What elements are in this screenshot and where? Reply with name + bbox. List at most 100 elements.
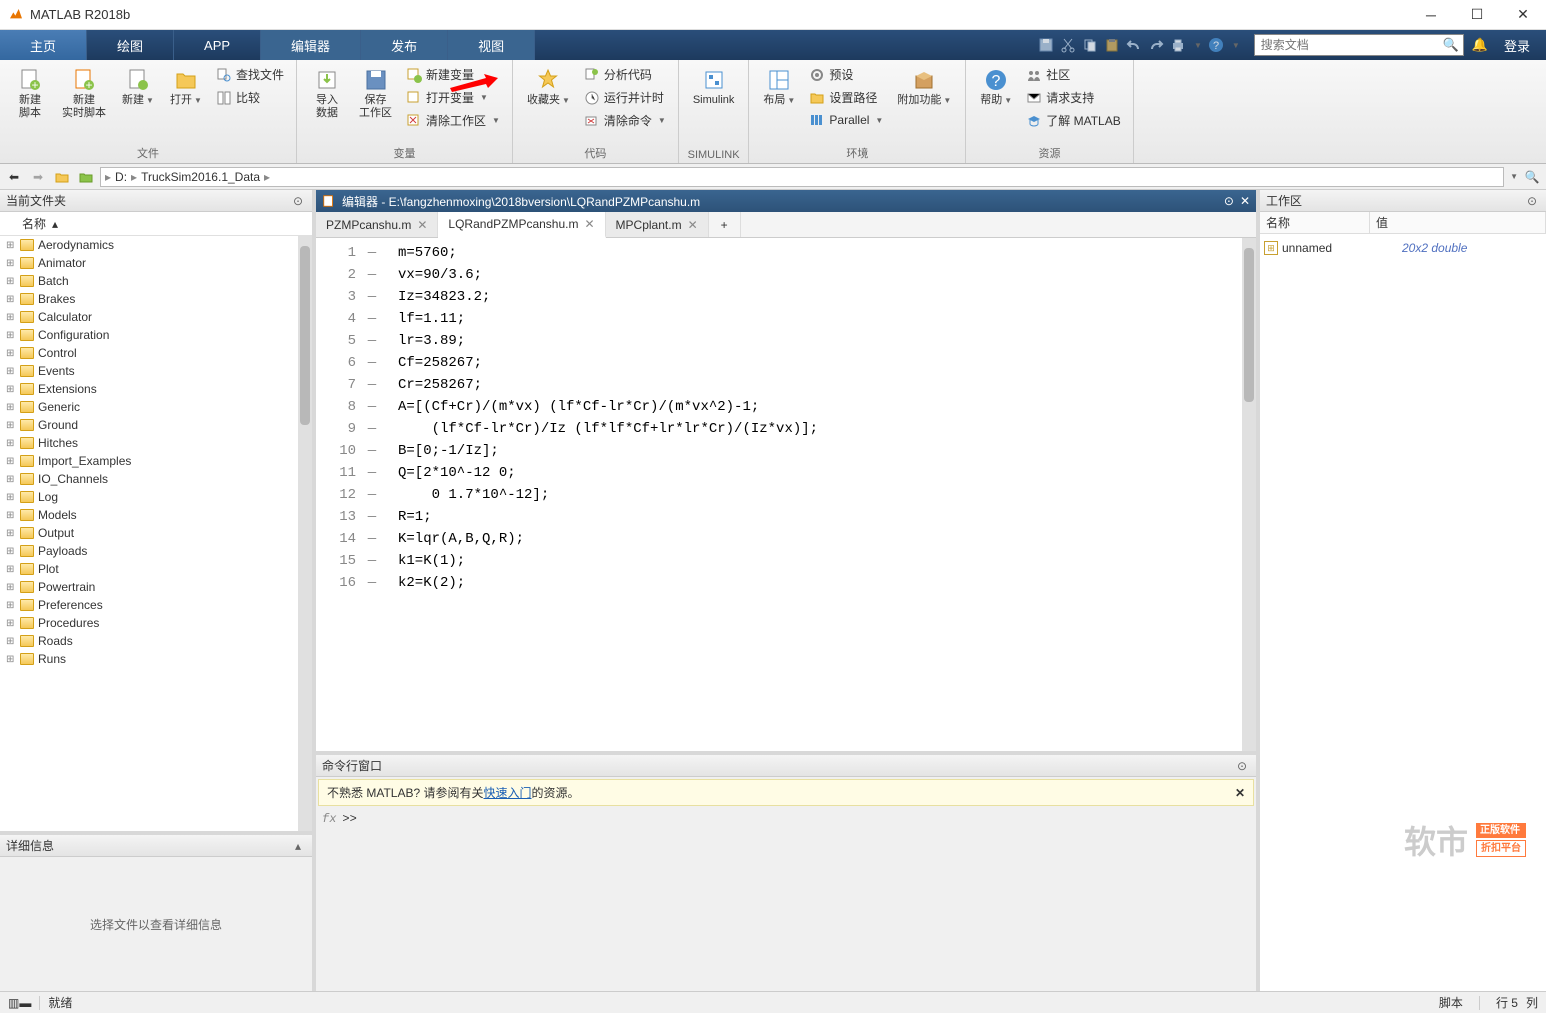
- search-icon[interactable]: 🔍: [1439, 37, 1463, 53]
- editor-tab[interactable]: MPCplant.m✕: [606, 212, 709, 237]
- nav-browse-button[interactable]: [76, 167, 96, 187]
- expand-icon[interactable]: ⊞: [6, 456, 16, 467]
- search-docs-input[interactable]: [1255, 38, 1439, 52]
- minimize-button[interactable]: ─: [1408, 0, 1454, 30]
- tab-home[interactable]: 主页: [0, 30, 87, 60]
- folder-item[interactable]: ⊞Runs: [0, 650, 312, 668]
- file-list[interactable]: ⊞Aerodynamics⊞Animator⊞Batch⊞Brakes⊞Calc…: [0, 236, 312, 831]
- qat-dropdown-icon[interactable]: ▼: [1194, 41, 1202, 50]
- code-area[interactable]: m=5760;vx=90/3.6;Iz=34823.2;lf=1.11;lr=3…: [382, 238, 818, 751]
- fx-icon[interactable]: fx: [322, 812, 336, 987]
- expand-icon[interactable]: ⊞: [6, 276, 16, 287]
- run-time-button[interactable]: 运行并计时: [580, 87, 670, 108]
- expand-icon[interactable]: ⊞: [6, 438, 16, 449]
- addons-button[interactable]: 附加功能▼: [891, 64, 957, 111]
- folder-item[interactable]: ⊞Animator: [0, 254, 312, 272]
- folder-item[interactable]: ⊞Payloads: [0, 542, 312, 560]
- find-files-button[interactable]: 查找文件: [212, 64, 288, 85]
- nav-up-button[interactable]: [52, 167, 72, 187]
- expand-icon[interactable]: ⊞: [6, 474, 16, 485]
- tab-plots[interactable]: 绘图: [87, 30, 174, 60]
- new-button[interactable]: 新建▼: [116, 64, 160, 111]
- folder-item[interactable]: ⊞Calculator: [0, 308, 312, 326]
- request-support-button[interactable]: 请求支持: [1022, 87, 1124, 108]
- editor-menu-button[interactable]: ⊙: [1224, 194, 1234, 208]
- nav-back-button[interactable]: ⬅: [4, 167, 24, 187]
- folder-item[interactable]: ⊞Models: [0, 506, 312, 524]
- undo-icon[interactable]: [1126, 37, 1142, 53]
- folder-item[interactable]: ⊞Roads: [0, 632, 312, 650]
- nav-forward-button[interactable]: ➡: [28, 167, 48, 187]
- folder-item[interactable]: ⊞Log: [0, 488, 312, 506]
- editor-close-button[interactable]: ✕: [1240, 194, 1250, 208]
- help-dropdown-icon[interactable]: ▼: [1232, 41, 1240, 50]
- current-folder-menu-button[interactable]: ⊙: [290, 193, 306, 209]
- name-column[interactable]: 名称: [22, 215, 46, 232]
- path-folder[interactable]: TruckSim2016.1_Data: [137, 170, 264, 184]
- expand-icon[interactable]: ⊞: [6, 564, 16, 575]
- save-workspace-button[interactable]: 保存工作区: [353, 64, 398, 124]
- import-data-button[interactable]: 导入数据: [305, 64, 349, 124]
- tab-view[interactable]: 视图: [448, 30, 535, 60]
- folder-item[interactable]: ⊞Aerodynamics: [0, 236, 312, 254]
- close-button[interactable]: ✕: [1500, 0, 1546, 30]
- new-script-button[interactable]: +新建脚本: [8, 64, 52, 124]
- file-list-scrollbar[interactable]: [298, 236, 312, 831]
- folder-item[interactable]: ⊞Plot: [0, 560, 312, 578]
- compare-button[interactable]: 比较: [212, 87, 288, 108]
- cut-icon[interactable]: [1060, 37, 1076, 53]
- paste-icon[interactable]: [1104, 37, 1120, 53]
- folder-item[interactable]: ⊞Control: [0, 344, 312, 362]
- set-path-button[interactable]: 设置路径: [805, 87, 887, 108]
- clear-commands-button[interactable]: 清除命令 ▼: [580, 110, 670, 131]
- command-window-menu-button[interactable]: ⊙: [1234, 758, 1250, 774]
- favorites-button[interactable]: 收藏夹▼: [521, 64, 576, 111]
- expand-icon[interactable]: ⊞: [6, 654, 16, 665]
- maximize-button[interactable]: ☐: [1454, 0, 1500, 30]
- workspace-menu-button[interactable]: ⊙: [1524, 193, 1540, 209]
- simulink-button[interactable]: Simulink: [687, 64, 741, 111]
- login-button[interactable]: 登录: [1496, 36, 1538, 55]
- help-button[interactable]: ?帮助▼: [974, 64, 1018, 111]
- path-history-button[interactable]: ▼: [1510, 172, 1518, 181]
- expand-icon[interactable]: ⊞: [6, 330, 16, 341]
- folder-item[interactable]: ⊞Batch: [0, 272, 312, 290]
- learn-matlab-button[interactable]: 了解 MATLAB: [1022, 110, 1124, 131]
- expand-icon[interactable]: ⊞: [6, 258, 16, 269]
- print-icon[interactable]: [1170, 37, 1186, 53]
- expand-icon[interactable]: ⊞: [6, 636, 16, 647]
- folder-item[interactable]: ⊞Generic: [0, 398, 312, 416]
- path-input[interactable]: ▸ D: ▸ TruckSim2016.1_Data ▸: [100, 167, 1504, 187]
- expand-icon[interactable]: ⊞: [6, 582, 16, 593]
- path-search-button[interactable]: 🔍: [1522, 167, 1542, 187]
- open-button[interactable]: 打开▼: [164, 64, 208, 111]
- expand-icon[interactable]: ⊞: [6, 618, 16, 629]
- expand-icon[interactable]: ⊞: [6, 510, 16, 521]
- help-icon[interactable]: ?: [1208, 37, 1224, 53]
- tab-close-button[interactable]: ✕: [417, 218, 427, 232]
- workspace-variable[interactable]: ⊞unnamed20x2 double: [1264, 238, 1542, 258]
- copy-icon[interactable]: [1082, 37, 1098, 53]
- tab-editor[interactable]: 编辑器: [261, 30, 361, 60]
- folder-item[interactable]: ⊞Ground: [0, 416, 312, 434]
- ws-name-col[interactable]: 名称: [1260, 212, 1370, 233]
- expand-icon[interactable]: ⊞: [6, 366, 16, 377]
- path-drive[interactable]: D:: [111, 170, 131, 184]
- expand-icon[interactable]: ⊞: [6, 294, 16, 305]
- folder-item[interactable]: ⊞Import_Examples: [0, 452, 312, 470]
- expand-icon[interactable]: ⊞: [6, 312, 16, 323]
- folder-item[interactable]: ⊞Brakes: [0, 290, 312, 308]
- folder-item[interactable]: ⊞Events: [0, 362, 312, 380]
- folder-item[interactable]: ⊞Preferences: [0, 596, 312, 614]
- tab-publish[interactable]: 发布: [361, 30, 448, 60]
- editor-scrollbar[interactable]: [1242, 238, 1256, 751]
- folder-item[interactable]: ⊞Extensions: [0, 380, 312, 398]
- expand-icon[interactable]: ⊞: [6, 528, 16, 539]
- folder-item[interactable]: ⊞Output: [0, 524, 312, 542]
- ws-value-col[interactable]: 值: [1370, 212, 1546, 233]
- quick-start-link[interactable]: 快速入门: [483, 784, 531, 801]
- workspace-body[interactable]: ⊞unnamed20x2 double: [1260, 234, 1546, 991]
- analyze-code-button[interactable]: 分析代码: [580, 64, 670, 85]
- preferences-button[interactable]: 预设: [805, 64, 887, 85]
- new-tab-button[interactable]: +: [709, 212, 741, 237]
